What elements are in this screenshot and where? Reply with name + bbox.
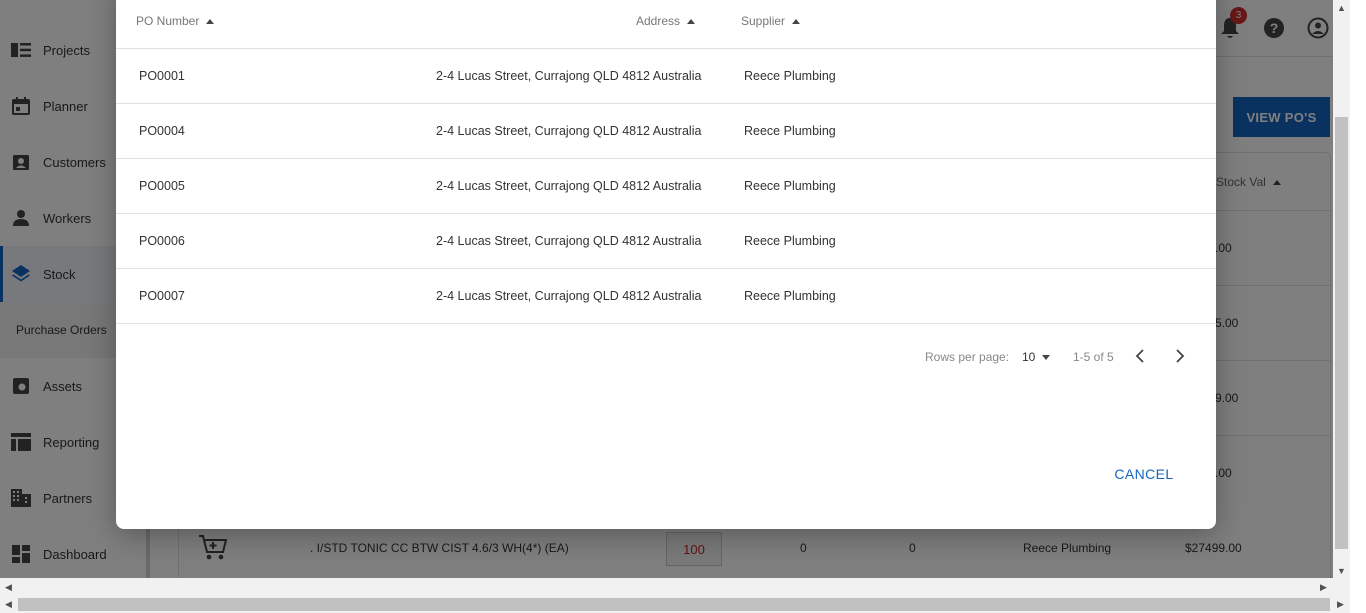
rows-per-page-value: 10	[1022, 350, 1036, 364]
column-header-po-number[interactable]: PO Number	[136, 14, 215, 28]
po-number-cell: PO0005	[139, 179, 185, 193]
scroll-left-arrow-icon[interactable]: ◀	[5, 582, 12, 593]
chevron-left-icon	[1135, 349, 1144, 363]
scroll-left-arrow-icon[interactable]: ◀	[5, 599, 12, 610]
scroll-right-arrow-icon[interactable]: ▶	[1337, 599, 1344, 610]
table-row[interactable]: PO0004 2-4 Lucas Street, Currajong QLD 4…	[116, 104, 1216, 159]
table-row[interactable]: PO0007 2-4 Lucas Street, Currajong QLD 4…	[116, 269, 1216, 324]
supplier-cell: Reece Plumbing	[744, 69, 836, 83]
rows-per-page-label: Rows per page:	[925, 350, 1010, 364]
po-number-cell: PO0004	[139, 124, 185, 138]
table-header: PO Number Address Supplier	[116, 0, 1216, 49]
column-header-supplier[interactable]: Supplier	[741, 14, 801, 28]
scroll-right-arrow-icon[interactable]: ▶	[1320, 582, 1327, 593]
address-cell: 2-4 Lucas Street, Currajong QLD 4812 Aus…	[436, 234, 702, 248]
supplier-cell: Reece Plumbing	[744, 234, 836, 248]
scroll-up-arrow-icon[interactable]: ▲	[1337, 3, 1346, 13]
po-number-cell: PO0001	[139, 69, 185, 83]
horizontal-scrollbar-thumb[interactable]	[18, 598, 1330, 611]
rows-per-page-select[interactable]: 10	[1022, 347, 1051, 367]
column-header-address[interactable]: Address	[636, 14, 696, 28]
supplier-cell: Reece Plumbing	[744, 124, 836, 138]
page-range: 1-5 of 5	[1073, 350, 1114, 364]
chevron-right-icon	[1176, 349, 1185, 363]
table-row[interactable]: PO0001 2-4 Lucas Street, Currajong QLD 4…	[116, 49, 1216, 104]
address-cell: 2-4 Lucas Street, Currajong QLD 4812 Aus…	[436, 289, 702, 303]
sort-up-icon	[792, 18, 801, 24]
column-header-label: Supplier	[741, 14, 786, 28]
cancel-button[interactable]: CANCEL	[1104, 457, 1184, 491]
vertical-scrollbar-thumb[interactable]	[1335, 117, 1348, 549]
address-cell: 2-4 Lucas Street, Currajong QLD 4812 Aus…	[436, 179, 702, 193]
chevron-down-icon	[1042, 354, 1051, 360]
po-number-cell: PO0006	[139, 234, 185, 248]
supplier-cell: Reece Plumbing	[744, 289, 836, 303]
supplier-cell: Reece Plumbing	[744, 179, 836, 193]
table-row[interactable]: PO0006 2-4 Lucas Street, Currajong QLD 4…	[116, 214, 1216, 269]
po-number-cell: PO0007	[139, 289, 185, 303]
scroll-down-arrow-icon[interactable]: ▼	[1337, 566, 1346, 576]
window-edge	[1350, 0, 1366, 613]
column-header-label: Address	[636, 14, 681, 28]
previous-page-button[interactable]	[1128, 344, 1152, 368]
table-row[interactable]: PO0005 2-4 Lucas Street, Currajong QLD 4…	[116, 159, 1216, 214]
po-table: PO Number Address Supplier PO0001 2-4 Lu…	[116, 0, 1216, 324]
sort-up-icon	[206, 18, 215, 24]
address-cell: 2-4 Lucas Street, Currajong QLD 4812 Aus…	[436, 124, 702, 138]
pagination: Rows per page: 10 1-5 of 5	[116, 342, 1216, 372]
sort-up-icon	[687, 18, 696, 24]
address-cell: 2-4 Lucas Street, Currajong QLD 4812 Aus…	[436, 69, 702, 83]
purchase-orders-dialog: PO Number Address Supplier PO0001 2-4 Lu…	[116, 0, 1216, 529]
column-header-label: PO Number	[136, 14, 200, 28]
next-page-button[interactable]	[1168, 344, 1192, 368]
